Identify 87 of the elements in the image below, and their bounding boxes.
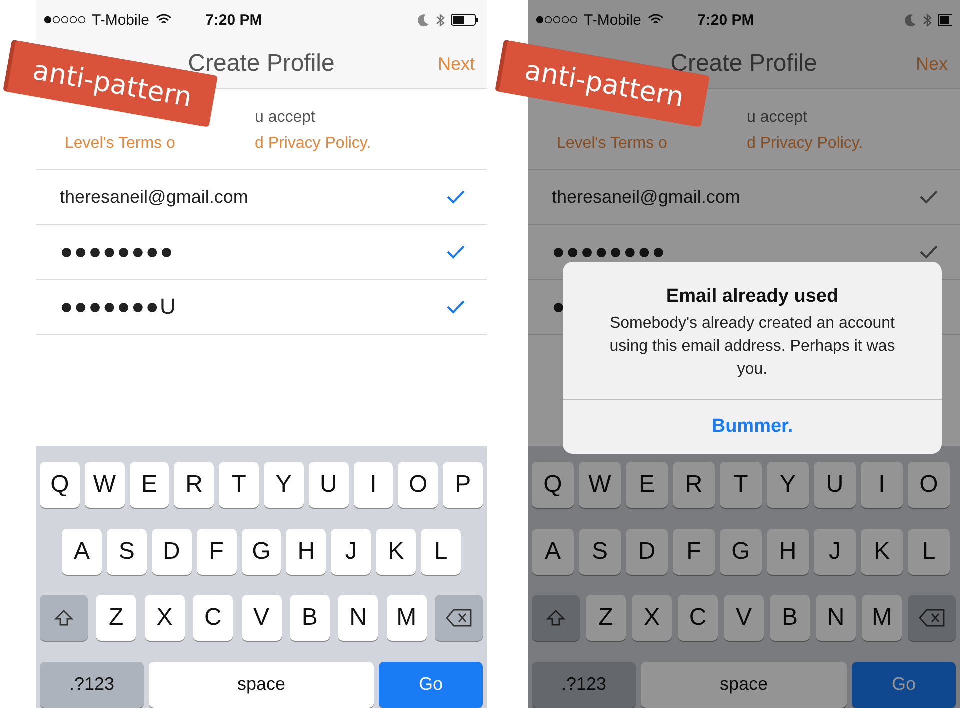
keyboard-key[interactable]: B xyxy=(290,595,330,642)
keyboard-key[interactable]: A xyxy=(62,528,102,575)
bluetooth-icon xyxy=(436,12,445,28)
shift-icon xyxy=(546,608,566,628)
keyboard-key[interactable]: V xyxy=(724,595,764,642)
keyboard-key[interactable]: M xyxy=(862,595,902,642)
keyboard-key[interactable]: R xyxy=(673,462,715,508)
keyboard-key[interactable]: Z xyxy=(586,595,626,642)
keyboard-key[interactable]: H xyxy=(286,528,326,575)
moon-icon xyxy=(418,14,430,26)
keyboard-key[interactable]: F xyxy=(673,528,715,575)
keyboard-key[interactable]: I xyxy=(861,462,903,508)
keyboard-key[interactable]: Q xyxy=(532,462,574,508)
keyboard-key[interactable]: J xyxy=(331,528,372,575)
keyboard-key[interactable]: E xyxy=(130,462,170,508)
keyboard-key[interactable]: L xyxy=(908,528,950,575)
keyboard-key[interactable]: D xyxy=(152,528,192,575)
delete-key[interactable] xyxy=(435,595,483,642)
keyboard-key[interactable]: Y xyxy=(767,462,809,508)
form-field[interactable]: ●●●●●●●U xyxy=(36,280,487,335)
wifi-icon xyxy=(648,14,664,26)
keyboard-key[interactable]: N xyxy=(338,595,378,642)
wifi-icon xyxy=(156,14,172,26)
alert-message: Somebody's already created an account using this email address. Perhaps it was you. xyxy=(608,314,896,380)
delete-key[interactable] xyxy=(908,595,956,642)
keyboard-key[interactable]: S xyxy=(579,528,621,575)
keyboard-key[interactable]: E xyxy=(626,462,668,508)
keyboard-key[interactable]: Q xyxy=(40,462,80,508)
keyboard-key[interactable]: F xyxy=(196,528,237,575)
keyboard-key[interactable]: C xyxy=(193,595,234,642)
terms-text: u accept xyxy=(747,109,808,127)
keyboard-key[interactable]: O xyxy=(398,462,438,508)
space-key[interactable]: space xyxy=(149,662,374,708)
keyboard-key[interactable]: M xyxy=(386,595,427,642)
backspace-icon xyxy=(446,609,472,628)
keyboard-key[interactable]: Z xyxy=(96,595,136,642)
keyboard-key[interactable]: U xyxy=(308,462,349,508)
keyboard-key[interactable]: U xyxy=(814,462,856,508)
keyboard-key[interactable]: W xyxy=(84,462,125,508)
carrier-name: T-Mobile xyxy=(92,12,150,28)
keyboard-key[interactable]: A xyxy=(532,528,574,575)
keyboard-key[interactable]: K xyxy=(861,528,903,575)
keyboard-key[interactable]: T xyxy=(219,462,259,508)
form-field[interactable]: ●●●●●●●● xyxy=(36,225,487,280)
alert-title: Email already used xyxy=(666,286,839,308)
keyboard-key[interactable]: T xyxy=(720,462,762,508)
status-time: 7:20 PM xyxy=(206,12,262,28)
shift-key[interactable] xyxy=(532,595,580,642)
keyboard-key[interactable]: J xyxy=(814,528,856,575)
keyboard-key[interactable]: R xyxy=(174,462,214,508)
battery-icon xyxy=(451,14,479,26)
numbers-key[interactable]: .?123 xyxy=(40,662,144,708)
status-time: 7:20 PM xyxy=(698,12,754,28)
keyboard-key[interactable]: X xyxy=(144,595,185,642)
keyboard-key[interactable]: G xyxy=(720,528,762,575)
keyboard-key[interactable]: L xyxy=(421,528,462,575)
form-field[interactable]: theresaneil@gmail.com xyxy=(36,170,487,225)
keyboard-key[interactable]: O xyxy=(908,462,950,508)
shift-icon xyxy=(54,608,74,628)
signal-icon xyxy=(536,16,578,24)
terms-text: u accept xyxy=(255,109,316,127)
backspace-icon xyxy=(919,609,945,628)
keyboard-key[interactable]: V xyxy=(242,595,282,642)
keyboard-key[interactable]: G xyxy=(242,528,282,575)
keyboard-key[interactable]: D xyxy=(626,528,668,575)
go-key[interactable]: Go xyxy=(379,662,483,708)
numbers-key[interactable]: .?123 xyxy=(532,662,636,708)
signal-icon xyxy=(44,16,86,24)
keyboard-key[interactable]: I xyxy=(354,462,394,508)
shift-key[interactable] xyxy=(40,595,88,642)
keyboard-key[interactable]: P xyxy=(443,462,483,508)
keyboard-key[interactable]: W xyxy=(579,462,621,508)
keyboard-key[interactable]: B xyxy=(770,595,810,642)
bluetooth-icon xyxy=(923,12,932,28)
keyboard-key[interactable]: H xyxy=(767,528,809,575)
keyboard-key[interactable]: Y xyxy=(264,462,304,508)
dismiss-button[interactable]: Bummer. xyxy=(563,399,942,454)
keyboard-key[interactable]: S xyxy=(106,528,147,575)
form-field[interactable]: theresaneil@gmail.com xyxy=(528,170,960,225)
space-key[interactable]: space xyxy=(641,662,847,708)
moon-icon xyxy=(905,14,917,26)
keyboard-key[interactable]: X xyxy=(632,595,672,642)
keyboard-key[interactable]: K xyxy=(376,528,416,575)
keyboard-key[interactable]: C xyxy=(678,595,718,642)
carrier-name: T-Mobile xyxy=(584,12,642,28)
battery-icon xyxy=(938,14,952,26)
keyboard-key[interactable]: N xyxy=(816,595,856,642)
